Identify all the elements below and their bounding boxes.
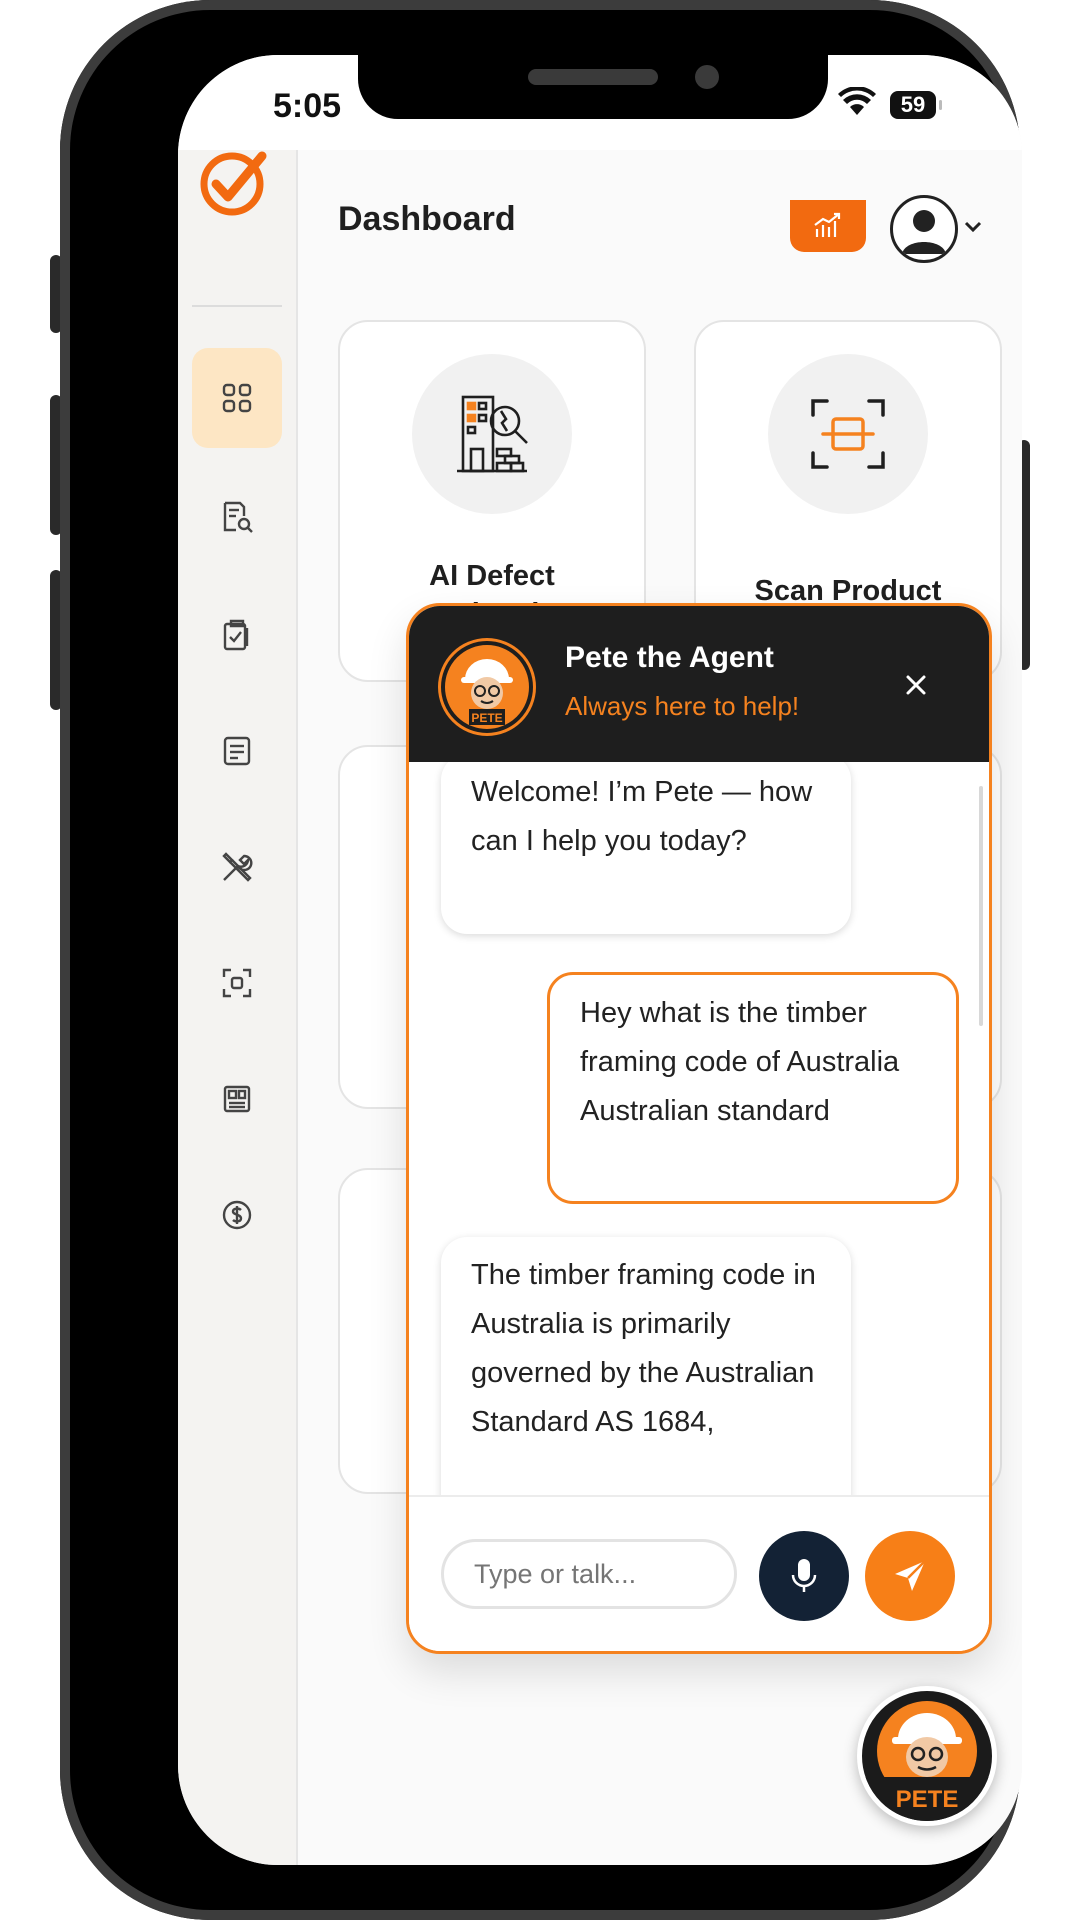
dollar-icon [222, 1200, 252, 1230]
tools-icon [222, 852, 253, 882]
chevron-down-icon[interactable] [963, 220, 983, 234]
front-camera [695, 65, 719, 89]
send-button[interactable] [865, 1531, 955, 1621]
sidebar [178, 150, 298, 1865]
notes-icon [223, 736, 251, 766]
pete-chat-fab[interactable]: PETE [857, 1686, 997, 1826]
speaker [528, 69, 658, 85]
chat-panel: PETE Pete the Agent Always here to help!… [406, 603, 992, 1654]
phone-frame: 5:05 59 Dashboard AI Defect Scan Product… [60, 0, 1022, 1920]
chat-header: PETE Pete the Agent Always here to help! [409, 606, 989, 762]
chat-input[interactable] [441, 1539, 737, 1609]
sidebar-item-reports[interactable] [192, 472, 282, 562]
chat-messages[interactable]: Welcome! I’m Pete — how can I help you t… [409, 762, 989, 1500]
app-logo [200, 151, 267, 216]
send-icon [895, 1560, 926, 1591]
screen: 5:05 59 Dashboard AI Defect Scan Product… [178, 55, 1022, 1865]
sidebar-item-tools[interactable] [192, 822, 282, 912]
wifi-icon [838, 87, 876, 115]
card-icon-circle [768, 354, 928, 514]
user-avatar[interactable] [890, 195, 958, 263]
bot-message: Welcome! I’m Pete — how can I help you t… [441, 762, 851, 934]
sidebar-item-notes[interactable] [192, 706, 282, 796]
scan-barcode-icon [811, 399, 885, 469]
microphone-icon [791, 1559, 817, 1592]
user-message: Hey what is the timber framing code of A… [547, 972, 959, 1204]
card-icon-circle [412, 354, 572, 514]
layout-icon [223, 1085, 251, 1113]
notch [358, 55, 828, 119]
sidebar-item-billing[interactable] [192, 1170, 282, 1260]
analytics-button[interactable] [790, 200, 866, 252]
pete-fab-label: PETE [896, 1786, 959, 1813]
page-title: Dashboard [338, 200, 516, 238]
chat-scrollbar[interactable] [979, 786, 983, 1026]
scan-frame-icon [222, 968, 252, 998]
chat-agent-subtitle: Always here to help! [565, 691, 800, 721]
chat-agent-name: Pete the Agent [565, 641, 774, 674]
pete-avatar-label: PETE [471, 711, 502, 725]
user-icon [902, 210, 946, 254]
chart-icon [814, 212, 841, 237]
pete-mascot-icon: PETE [862, 1701, 992, 1821]
sidebar-divider [192, 305, 282, 307]
chat-input-bar [409, 1495, 989, 1651]
pete-avatar: PETE [441, 641, 533, 733]
status-time: 5:05 [273, 87, 342, 125]
building-inspect-icon [457, 395, 528, 473]
mic-button[interactable] [759, 1531, 849, 1621]
close-icon[interactable] [899, 668, 933, 702]
sidebar-item-templates[interactable] [192, 1054, 282, 1144]
sidebar-item-dashboard[interactable] [192, 348, 282, 448]
grid-icon [222, 383, 252, 413]
sidebar-item-scan[interactable] [192, 938, 282, 1028]
sidebar-item-checklists[interactable] [192, 590, 282, 680]
battery-indicator: 59 [890, 91, 942, 119]
bot-message: The timber framing code in Australia is … [441, 1237, 851, 1500]
clipboard-check-icon [223, 619, 249, 651]
document-search-icon [223, 501, 253, 533]
pete-mascot-icon: PETE [461, 659, 513, 725]
